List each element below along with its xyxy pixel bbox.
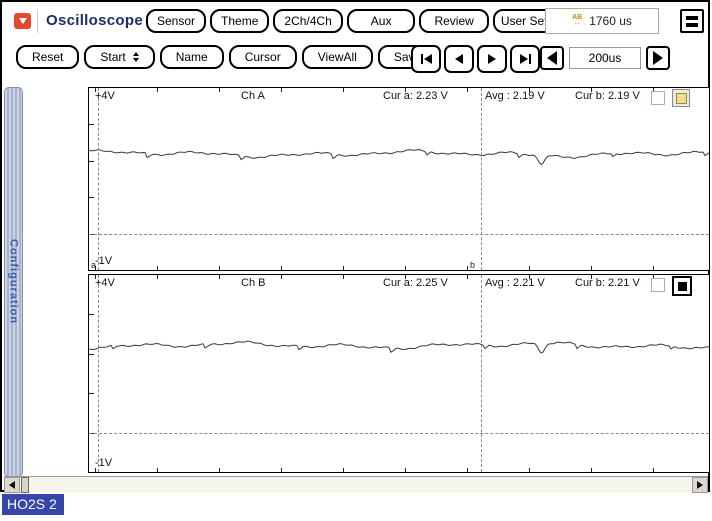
scroll-left-button[interactable] bbox=[4, 477, 20, 493]
channel-color-button[interactable] bbox=[672, 276, 692, 296]
cursor-button[interactable]: Cursor bbox=[229, 45, 297, 69]
timebase-decrease-button[interactable] bbox=[540, 46, 564, 70]
right-triangle-icon bbox=[697, 481, 703, 489]
left-triangle-icon bbox=[455, 54, 463, 64]
cursor-delta-readout: AB↔ 1760 us bbox=[545, 8, 659, 34]
oscilloscope-screen: Oscilloscope Sensor Theme 2Ch/4Ch Aux Re… bbox=[0, 0, 712, 521]
left-triangle-icon bbox=[547, 51, 557, 65]
timebase-value: 200us bbox=[569, 47, 641, 69]
oscilloscope-window: Oscilloscope Sensor Theme 2Ch/4Ch Aux Re… bbox=[0, 0, 710, 492]
channel-select-checkbox[interactable] bbox=[651, 278, 665, 292]
right-triangle-icon bbox=[520, 54, 528, 64]
reset-button[interactable]: Reset bbox=[16, 45, 79, 69]
titlebar: Oscilloscope Sensor Theme 2Ch/4Ch Aux Re… bbox=[2, 2, 708, 42]
start-button[interactable]: Start bbox=[84, 45, 154, 69]
cursor-b-readout: Cur b: 2.21 V bbox=[575, 277, 640, 289]
avg-readout: Avg : 2.19 V bbox=[485, 90, 545, 102]
cursor-a-readout: Cur a: 2.25 V bbox=[383, 277, 448, 289]
step-back-button[interactable] bbox=[444, 45, 474, 73]
channel-b-panel: +4V Ch B Cur a: 2.25 V Avg : 2.21 V Cur … bbox=[88, 274, 710, 473]
channel-name-label: Ch B bbox=[241, 277, 265, 289]
y-min-label: -1V bbox=[95, 255, 112, 267]
scroll-right-button[interactable] bbox=[692, 477, 708, 493]
timebase-control: 200us bbox=[540, 46, 670, 70]
down-triangle-icon bbox=[19, 18, 27, 24]
menu-bar-icon bbox=[686, 23, 698, 27]
up-down-spinner-icon bbox=[133, 52, 139, 62]
y-max-label: +4V bbox=[95, 90, 115, 102]
bar-icon bbox=[421, 54, 423, 64]
menu-bar-icon bbox=[686, 16, 698, 20]
playback-controls bbox=[411, 45, 540, 73]
theme-button[interactable]: Theme bbox=[210, 9, 269, 33]
channel-color-swatch bbox=[678, 282, 687, 291]
ab-time-measure-icon: AB↔ bbox=[572, 15, 582, 27]
skip-last-button[interactable] bbox=[510, 45, 540, 73]
cursor-b-readout: Cur b: 2.19 V bbox=[575, 90, 640, 102]
step-forward-button[interactable] bbox=[477, 45, 507, 73]
cursor-b-line[interactable] bbox=[481, 88, 482, 270]
viewall-button[interactable]: ViewAll bbox=[302, 45, 373, 69]
left-triangle-icon bbox=[424, 54, 432, 64]
horizontal-scrollbar[interactable] bbox=[4, 476, 708, 493]
skip-first-button[interactable] bbox=[411, 45, 441, 73]
toolbar: Reset Start Name Cursor ViewAll Save bbox=[16, 45, 437, 69]
cursor-a-readout: Cur a: 2.23 V bbox=[383, 90, 448, 102]
sensor-button[interactable]: Sensor bbox=[146, 9, 206, 33]
configuration-tab-label: Configuration bbox=[8, 239, 20, 324]
cursor-a-label: a bbox=[91, 261, 96, 270]
y-min-label: -1V bbox=[95, 457, 112, 469]
right-triangle-icon bbox=[653, 51, 663, 65]
review-button[interactable]: Review bbox=[419, 9, 488, 33]
channel-mode-button[interactable]: 2Ch/4Ch bbox=[273, 9, 342, 33]
avg-readout: Avg : 2.21 V bbox=[485, 277, 545, 289]
app-dropdown-icon[interactable] bbox=[14, 13, 31, 29]
configuration-tab[interactable]: Configuration bbox=[4, 87, 23, 477]
aux-button[interactable]: Aux bbox=[347, 9, 416, 33]
y-max-label: +4V bbox=[95, 277, 115, 289]
cursor-b-label: b bbox=[470, 261, 475, 270]
cursor-b-line[interactable] bbox=[481, 275, 482, 472]
cursor-a-line[interactable] bbox=[98, 88, 99, 270]
list-menu-icon[interactable] bbox=[680, 9, 704, 33]
app-title: Oscilloscope bbox=[46, 12, 143, 29]
bar-icon bbox=[529, 54, 531, 64]
status-label: HO2S 2 bbox=[2, 494, 64, 515]
scrollbar-thumb[interactable] bbox=[21, 477, 29, 493]
channel-color-button[interactable] bbox=[672, 89, 690, 107]
waveform bbox=[89, 275, 709, 472]
channel-a-panel: +4V Ch A Cur a: 2.23 V Avg : 2.19 V Cur … bbox=[88, 87, 710, 271]
channel-name-label: Ch A bbox=[241, 90, 265, 102]
left-triangle-icon bbox=[9, 481, 15, 489]
title-menu-buttons: Sensor Theme 2Ch/4Ch Aux Review User Set… bbox=[146, 9, 575, 33]
cursor-delta-value: 1760 us bbox=[589, 14, 632, 28]
title-divider bbox=[37, 10, 38, 33]
channel-color-swatch bbox=[676, 93, 687, 104]
name-button[interactable]: Name bbox=[160, 45, 224, 69]
timebase-increase-button[interactable] bbox=[646, 46, 670, 70]
right-triangle-icon bbox=[488, 54, 496, 64]
cursor-a-line[interactable] bbox=[98, 275, 99, 472]
waveform bbox=[89, 88, 709, 270]
channel-select-checkbox[interactable] bbox=[651, 91, 665, 105]
